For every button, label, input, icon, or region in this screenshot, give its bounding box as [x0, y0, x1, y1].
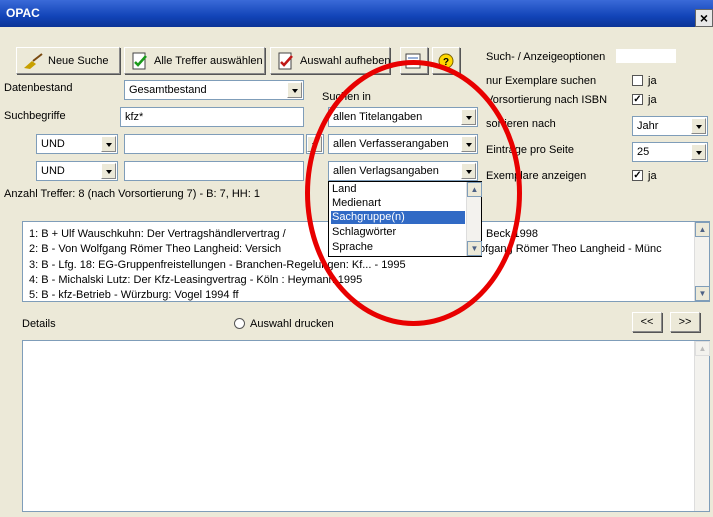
- operator-value-3: UND: [41, 165, 65, 177]
- clear-selection-button[interactable]: Auswahl aufheben: [270, 47, 391, 74]
- chevron-down-icon[interactable]: [287, 82, 302, 98]
- chevron-down-icon[interactable]: [101, 136, 116, 152]
- presort-isbn-check-label: ja: [648, 94, 657, 106]
- help-button[interactable]: ?: [432, 47, 460, 74]
- details-label: Details: [22, 318, 56, 330]
- close-button[interactable]: ×: [695, 9, 713, 27]
- dropdown-option-land[interactable]: Land: [331, 183, 356, 196]
- list-item[interactable]: 3: B - Lfg. 18: EG-Gruppenfreistellungen…: [29, 259, 406, 271]
- chevron-up-icon[interactable]: ▲: [695, 222, 709, 237]
- operator-select-3[interactable]: UND: [36, 161, 118, 181]
- dropdown-option-schlagwoerter[interactable]: Schlagwörter: [331, 226, 396, 239]
- per-page-value: 25: [637, 146, 650, 158]
- only-copies-check-label: ja: [648, 75, 657, 87]
- checked-document-icon: [132, 52, 147, 69]
- chevron-down-icon[interactable]: [691, 118, 706, 134]
- presort-isbn-label: Vorsortierung nach ISBN: [486, 94, 608, 106]
- unchecked-document-icon: [278, 52, 293, 69]
- clear-selection-label: Auswahl aufheben: [300, 54, 391, 67]
- only-copies-label: nur Exemplare suchen: [486, 75, 597, 87]
- presort-isbn-checkbox[interactable]: ✓: [632, 94, 643, 105]
- chevron-down-icon[interactable]: [461, 109, 476, 125]
- dropdown-option-sachgruppe[interactable]: Sachgruppe(n): [331, 211, 465, 224]
- opac-window: OPAC × Neue Suche Alle Treffer auswählen…: [0, 0, 713, 517]
- show-copies-check-label: ja: [648, 170, 657, 182]
- chevron-down-icon[interactable]: [691, 144, 706, 160]
- search-term-input-1[interactable]: kfz*: [120, 107, 304, 127]
- options-heading: Such- / Anzeigeoptionen: [486, 51, 606, 63]
- help-icon: ?: [438, 53, 454, 68]
- dropdown-option-medienart[interactable]: Medienart: [331, 197, 381, 210]
- search-field-value-2: allen Verfasserangaben: [333, 138, 449, 150]
- svg-text:?: ?: [443, 57, 449, 68]
- list-item-text: 3: B - Lfg. 18: EG-Gruppenfreistellungen…: [29, 259, 406, 271]
- print-selection-radio[interactable]: [234, 318, 245, 329]
- results-scrollbar[interactable]: ▲ ▼: [694, 222, 709, 301]
- select-all-button[interactable]: Alle Treffer auswählen: [124, 47, 265, 74]
- search-term-input-3[interactable]: [124, 161, 304, 181]
- operator-value-2: UND: [41, 138, 65, 150]
- only-copies-checkbox[interactable]: [632, 75, 643, 86]
- search-in-label: Suchen in: [322, 91, 371, 103]
- list-item-text: 4: B - Michalski Lutz: Der Kfz-Leasingve…: [29, 274, 363, 286]
- broom-icon: [24, 52, 43, 69]
- document-grid-icon: [405, 53, 421, 68]
- per-page-label: Einträge pro Seite: [486, 144, 575, 156]
- search-field-value-3: allen Verlagsangaben: [333, 165, 439, 177]
- list-item-text: 1: B + Ulf Wauschkuhn: Der Vertragshändl…: [29, 228, 286, 240]
- list-item[interactable]: 4: B - Michalski Lutz: Der Kfz-Leasingve…: [29, 274, 362, 286]
- list-item-text: 2: B - Von Wolfgang Römer Theo Langheid:…: [29, 243, 282, 255]
- chevron-down-icon[interactable]: ▼: [467, 241, 482, 256]
- export-button[interactable]: [400, 47, 428, 74]
- operator-select-2[interactable]: UND: [36, 134, 118, 154]
- chevron-down-icon[interactable]: ▼: [695, 286, 709, 301]
- show-copies-label: Exemplare anzeigen: [486, 170, 587, 182]
- search-field-select-1[interactable]: allen Titelangaben: [328, 107, 478, 127]
- new-search-button[interactable]: Neue Suche: [16, 47, 120, 74]
- datenbestand-select[interactable]: Gesamtbestand: [124, 80, 304, 100]
- list-item[interactable]: 1: B + Ulf Wauschkuhn: Der Vertragshändl…: [29, 228, 538, 240]
- search-field-select-2[interactable]: allen Verfasserangaben: [328, 134, 478, 154]
- hits-summary: Anzahl Treffer: 8 (nach Vorsortierung 7)…: [4, 188, 260, 200]
- term-dropdown-2[interactable]: [306, 134, 324, 154]
- sort-by-value: Jahr: [637, 120, 659, 132]
- print-selection-label: Auswahl drucken: [250, 318, 334, 330]
- search-term-input-2[interactable]: [124, 134, 304, 154]
- select-all-label: Alle Treffer auswählen: [154, 54, 263, 67]
- prev-page-button[interactable]: <<: [632, 312, 662, 332]
- show-copies-checkbox[interactable]: ✓: [632, 170, 643, 181]
- next-page-button[interactable]: >>: [670, 312, 700, 332]
- title-bar[interactable]: OPAC: [0, 0, 713, 27]
- list-item-text-right: Beck 1998: [486, 228, 538, 240]
- search-field-value-1: allen Titelangaben: [333, 111, 423, 123]
- sort-by-label: sortieren nach: [486, 118, 556, 130]
- per-page-select[interactable]: 25: [632, 142, 708, 162]
- chevron-up-icon[interactable]: ▲: [467, 182, 482, 197]
- chevron-down-icon[interactable]: [101, 163, 116, 179]
- list-item-text: 5: B - kfz-Betrieb - Würzburg: Vogel 199…: [29, 289, 239, 301]
- list-item[interactable]: 5: B - kfz-Betrieb - Würzburg: Vogel 199…: [29, 289, 239, 301]
- details-panel[interactable]: ▲: [22, 340, 710, 512]
- details-scrollbar[interactable]: ▲: [694, 341, 710, 511]
- chevron-up-icon[interactable]: ▲: [695, 341, 710, 356]
- window-title: OPAC: [6, 6, 40, 20]
- chevron-down-icon[interactable]: [461, 163, 476, 179]
- list-item[interactable]: 2: B - Von Wolfgang Römer Theo Langheid:…: [29, 243, 662, 255]
- search-field-select-3[interactable]: allen Verlagsangaben: [328, 161, 478, 181]
- dropdown-scrollbar[interactable]: ▲ ▼: [466, 182, 482, 256]
- search-field-dropdown-list[interactable]: Land Medienart Sachgruppe(n) Schlagwörte…: [328, 181, 482, 257]
- options-heading-bar: [616, 49, 676, 63]
- chevron-down-icon[interactable]: [461, 136, 476, 152]
- list-item-text-right: ofgang Römer Theo Langheid - Münc: [479, 243, 662, 255]
- sort-by-select[interactable]: Jahr: [632, 116, 708, 136]
- new-search-label: Neue Suche: [48, 54, 109, 67]
- dropdown-option-sprache[interactable]: Sprache: [331, 241, 373, 254]
- datenbestand-value: Gesamtbestand: [129, 84, 207, 96]
- suchbegriffe-label: Suchbegriffe: [4, 110, 66, 122]
- datenbestand-label: Datenbestand: [4, 82, 73, 94]
- chevron-down-icon[interactable]: [307, 136, 322, 152]
